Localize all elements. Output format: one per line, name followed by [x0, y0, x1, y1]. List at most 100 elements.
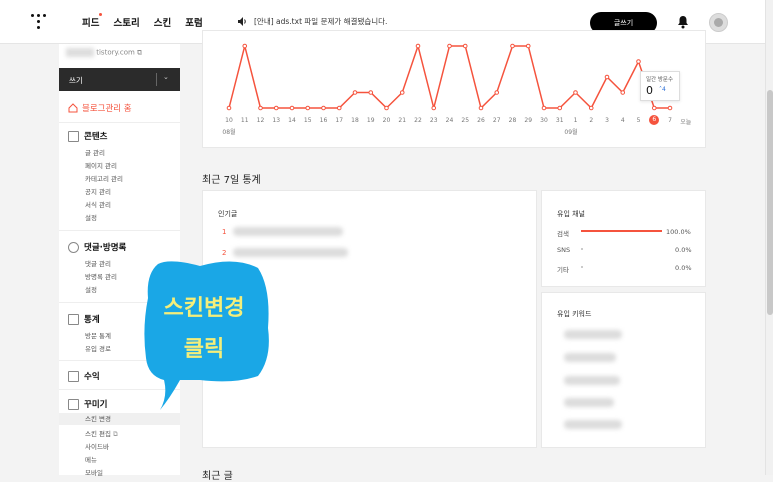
blog-url-link[interactable]: tistory.com ⧉ [66, 48, 142, 58]
data-point[interactable] [368, 90, 374, 95]
x-tick-label: 23 [429, 117, 438, 124]
divider [59, 122, 180, 123]
x-tick-label: 오늘 [680, 119, 692, 126]
data-point[interactable] [305, 105, 311, 111]
x-tick-label: 7 [668, 117, 672, 124]
month-label: 08월 [222, 129, 236, 136]
section-title: 댓글·방명록 [84, 243, 127, 253]
channel-pct: 100.0% [666, 228, 691, 236]
x-tick-label: 21 [398, 117, 407, 124]
new-dot-icon [99, 13, 102, 16]
sidebar-section-decorate[interactable]: 꾸미기 [68, 398, 107, 410]
sidebar-item-templates[interactable]: 서식 관리 [85, 199, 111, 209]
channel-name: 기타 [557, 266, 569, 274]
sidebar-item-menu[interactable]: 메뉴 [85, 454, 97, 464]
nav-story[interactable]: 스토리 [113, 15, 139, 29]
write-label: 쓰기 [69, 76, 83, 85]
list-item[interactable] [233, 248, 348, 257]
rank-number: 2 [222, 249, 227, 257]
data-point[interactable] [620, 90, 626, 95]
sidebar-item-home[interactable]: 블로그관리 홈 [68, 102, 132, 114]
data-point[interactable] [447, 43, 452, 49]
sidebar-item-notices[interactable]: 공지 관리 [85, 186, 111, 196]
sidebar-item-mobile[interactable]: 모바일 [85, 467, 103, 477]
sidebar-item-comment-settings[interactable]: 설정 [85, 284, 97, 294]
data-point[interactable] [258, 105, 263, 111]
sidebar-item-sidebar[interactable]: 사이드바 [85, 441, 109, 451]
speaker-icon [238, 17, 246, 26]
nav-forum[interactable]: 포럼 [185, 15, 202, 29]
data-point[interactable] [399, 90, 405, 95]
data-point[interactable] [573, 90, 578, 95]
x-tick-label: 3 [605, 117, 609, 124]
sidebar-item-content-settings[interactable]: 설정 [85, 212, 97, 222]
channel-bar [581, 266, 583, 268]
sidebar-item-comments[interactable]: 댓글 관리 [85, 258, 111, 268]
section-title: 콘텐츠 [84, 132, 108, 142]
data-point[interactable] [462, 43, 468, 49]
scrollbar-thumb[interactable] [767, 90, 773, 315]
data-point[interactable] [431, 105, 437, 111]
data-point[interactable] [242, 43, 248, 49]
data-point[interactable] [352, 90, 358, 95]
data-point[interactable] [636, 59, 641, 64]
x-tick-label: 19 [366, 117, 375, 124]
data-point[interactable] [541, 105, 547, 111]
data-point[interactable] [336, 105, 342, 111]
inflow-channel-card: 유입 채널 검색 100.0% SNS 0.0% 기타 0.0% [541, 190, 706, 287]
data-point[interactable] [384, 105, 389, 111]
avatar[interactable] [709, 13, 728, 32]
sidebar-item-guestbook[interactable]: 방명록 관리 [85, 271, 117, 281]
sidebar-item-categories[interactable]: 카테고리 관리 [85, 173, 123, 183]
nav-feed[interactable]: 피드 [82, 15, 99, 29]
x-tick-label: 11 [240, 117, 249, 124]
data-point[interactable] [321, 105, 326, 111]
sidebar-item-skin-edit[interactable]: 스킨 편집 ⧉ [85, 428, 118, 439]
data-point[interactable] [273, 105, 279, 111]
data-point[interactable] [667, 105, 673, 111]
data-point[interactable] [494, 90, 500, 95]
chart-tooltip: 일간 방문수 0 ˄4 [640, 71, 680, 101]
visit-line-chart [226, 43, 673, 111]
x-tick-label: 10 [225, 117, 233, 124]
chevron-down-icon[interactable]: ⌄ [163, 73, 169, 81]
sidebar-section-contents[interactable]: 콘텐츠 [68, 130, 107, 142]
data-point[interactable] [525, 43, 531, 49]
comment-icon [68, 241, 79, 253]
x-tick-label: 15 [303, 117, 312, 124]
bell-icon[interactable] [677, 15, 689, 29]
sidebar-item-posts[interactable]: 글 관리 [85, 147, 105, 157]
section-title: 통계 [84, 315, 100, 325]
x-tick-label: 28 [508, 117, 517, 124]
sidebar-section-revenue[interactable]: 수익 [68, 370, 100, 382]
sidebar-section-comments[interactable]: 댓글·방명록 [68, 241, 126, 253]
sidebar-item-label: 블로그관리 홈 [82, 104, 132, 114]
data-point[interactable] [557, 105, 563, 111]
x-tick-label: 18 [351, 117, 359, 124]
notice-banner[interactable]: [안내] ads.txt 파일 문제가 해결됐습니다. [238, 16, 387, 27]
scrollbar[interactable] [765, 0, 773, 475]
data-point[interactable] [289, 105, 295, 111]
channel-bar [581, 230, 662, 232]
tistory-logo-icon[interactable] [30, 12, 48, 30]
sidebar-item-skin-change[interactable]: 스킨 변경 [59, 413, 180, 425]
sidebar-section-stats[interactable]: 통계 [68, 313, 100, 325]
x-tick-label: 29 [524, 117, 533, 124]
section-title: 수익 [84, 372, 100, 382]
data-point[interactable] [478, 105, 484, 111]
sidebar-item-visit-stats[interactable]: 방문 통계 [85, 330, 111, 340]
sidebar-item-referrers[interactable]: 유입 경로 [85, 343, 111, 353]
data-point[interactable] [510, 43, 515, 49]
list-item[interactable] [233, 227, 343, 236]
nav-skin[interactable]: 스킨 [154, 15, 171, 29]
section-title-7days: 최근 7일 통계 [202, 175, 261, 186]
data-point[interactable] [226, 105, 232, 111]
sidebar-item-pages[interactable]: 페이지 관리 [85, 160, 117, 170]
data-point[interactable] [588, 105, 594, 111]
x-tick-label: 2 [589, 117, 594, 124]
data-point[interactable] [415, 43, 421, 49]
data-point[interactable] [604, 74, 610, 80]
write-dropdown[interactable]: 쓰기 ⌄ [59, 68, 180, 91]
data-point[interactable] [651, 105, 657, 111]
document-icon [68, 130, 79, 142]
